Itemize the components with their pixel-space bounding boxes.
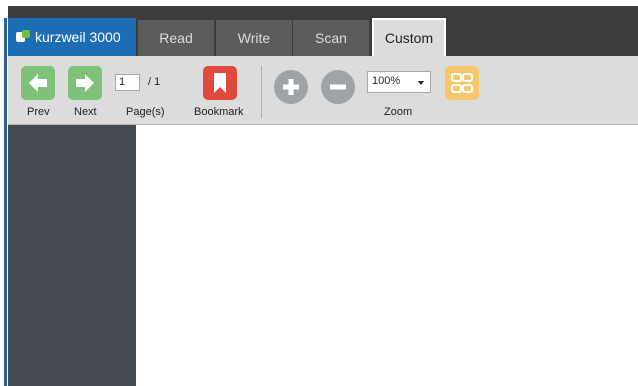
thumbnail-panel[interactable] bbox=[8, 125, 136, 386]
zoom-out-button[interactable] bbox=[321, 70, 355, 104]
page-total: / 1 bbox=[148, 76, 161, 88]
page-number-input[interactable]: 1 bbox=[115, 74, 140, 91]
tab-read[interactable]: Read bbox=[138, 20, 214, 56]
tab-scan[interactable]: Scan bbox=[293, 20, 369, 56]
window-left-edge bbox=[0, 0, 8, 386]
zoom-select[interactable]: 100% bbox=[367, 71, 431, 93]
zoom-label: Zoom bbox=[384, 106, 413, 118]
prev-button[interactable] bbox=[21, 66, 55, 100]
tab-custom[interactable]: Custom bbox=[372, 18, 446, 56]
minus-icon bbox=[330, 84, 346, 90]
bookmark-button[interactable] bbox=[203, 66, 237, 100]
prev-label: Prev bbox=[27, 106, 50, 118]
next-button[interactable] bbox=[68, 66, 102, 100]
app-brand: kurzweil 3000 bbox=[8, 18, 136, 56]
ribbon-toolbar: Prev Next 1 / 1 Page(s) Bookmark 100% Zo… bbox=[8, 56, 638, 125]
next-label: Next bbox=[74, 106, 97, 118]
kurzweil-logo-icon bbox=[16, 30, 30, 44]
arrow-right-icon bbox=[76, 74, 94, 92]
plus-icon bbox=[283, 79, 299, 95]
window-border bbox=[4, 18, 7, 386]
tab-write[interactable]: Write bbox=[216, 20, 292, 56]
title-bar-strip bbox=[8, 6, 638, 18]
pages-label: Page(s) bbox=[126, 106, 165, 118]
title-bar bbox=[8, 0, 638, 18]
chevron-down-icon bbox=[418, 81, 424, 85]
zoom-in-button[interactable] bbox=[274, 70, 308, 104]
zoom-value: 100% bbox=[372, 75, 401, 87]
arrow-left-icon bbox=[29, 74, 47, 92]
page-layout-button[interactable] bbox=[445, 66, 479, 100]
document-area[interactable] bbox=[136, 125, 638, 386]
tab-bar: kurzweil 3000 Read Write Scan Custom bbox=[8, 18, 638, 56]
bookmark-label: Bookmark bbox=[194, 106, 244, 118]
bookmark-icon bbox=[214, 73, 226, 93]
grid-icon bbox=[451, 73, 473, 93]
ribbon-separator bbox=[261, 66, 262, 118]
brand-name: kurzweil 3000 bbox=[35, 29, 121, 45]
